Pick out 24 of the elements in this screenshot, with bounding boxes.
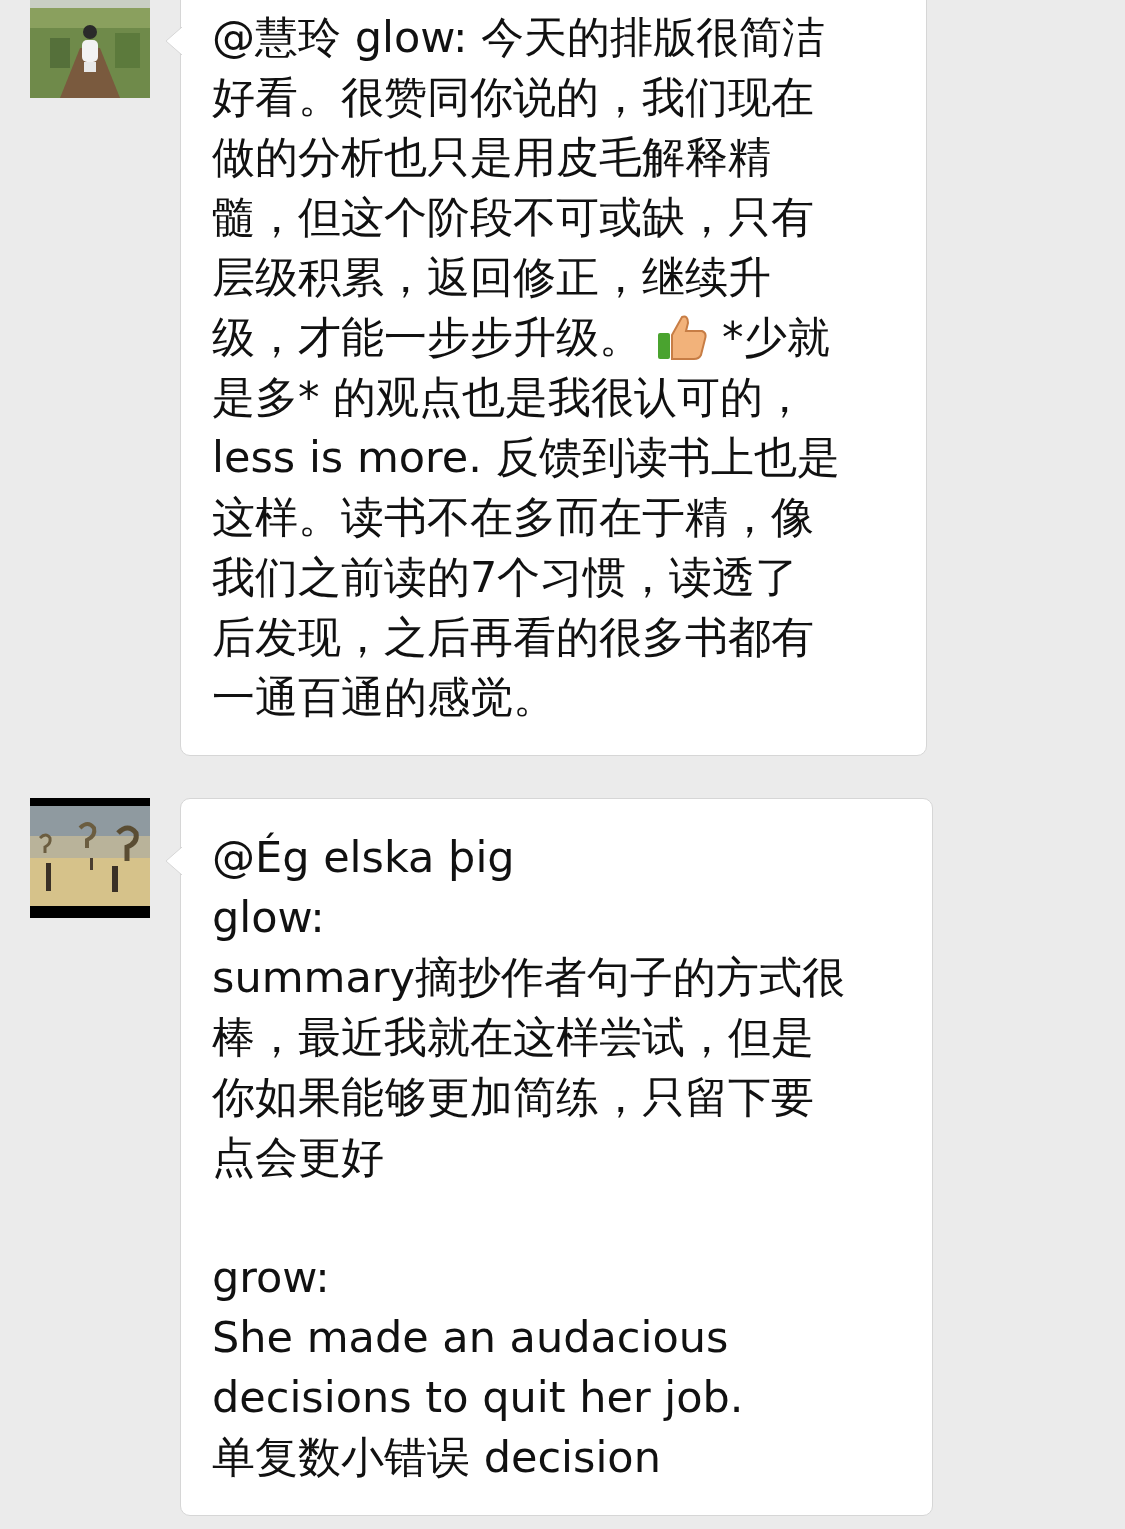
message-text: 单复数小错误 decision <box>212 1431 661 1484</box>
message-text: She made an audacious <box>212 1311 729 1364</box>
message-text: summary摘抄作者句子的方式很 <box>212 951 845 1004</box>
message-text: 是多* 的观点也是我很认可的， <box>212 371 807 424</box>
message-text: 点会更好 <box>212 1131 384 1184</box>
message-text: 髓，但这个阶段不可或缺，只有 <box>212 191 814 244</box>
message-text: 级，才能一步步升级。 <box>212 311 642 364</box>
message-text: grow: <box>212 1251 330 1304</box>
message-text: 层级积累，返回修正，继续升 <box>212 251 771 304</box>
message-text: *少就 <box>722 311 830 364</box>
thumbs-up-icon <box>656 313 708 361</box>
message-text: 后发现，之后再看的很多书都有 <box>212 611 814 664</box>
message-text: 这样。读书不在多而在于精，像 <box>212 491 814 544</box>
message-text: decisions to quit her job. <box>212 1371 744 1424</box>
message-text: 我们之前读的7个习惯，读透了 <box>212 551 799 604</box>
message-text: less is more. 反馈到读书上也是 <box>212 431 840 484</box>
message-text: 你如果能够更加简练，只留下要 <box>212 1071 814 1124</box>
message-text: 做的分析也只是用皮毛解释精 <box>212 131 771 184</box>
message-text: @Ég elska þig <box>212 831 515 884</box>
message-text: 好看。很赞同你说的，我们现在 <box>212 71 814 124</box>
message-text: 一通百通的感觉。 <box>212 671 556 724</box>
message-text: @慧玲 glow: 今天的排版很简洁 <box>212 11 826 64</box>
message-text: glow: <box>212 891 325 944</box>
message-text: 棒，最近我就在这样尝试，但是 <box>212 1011 814 1064</box>
